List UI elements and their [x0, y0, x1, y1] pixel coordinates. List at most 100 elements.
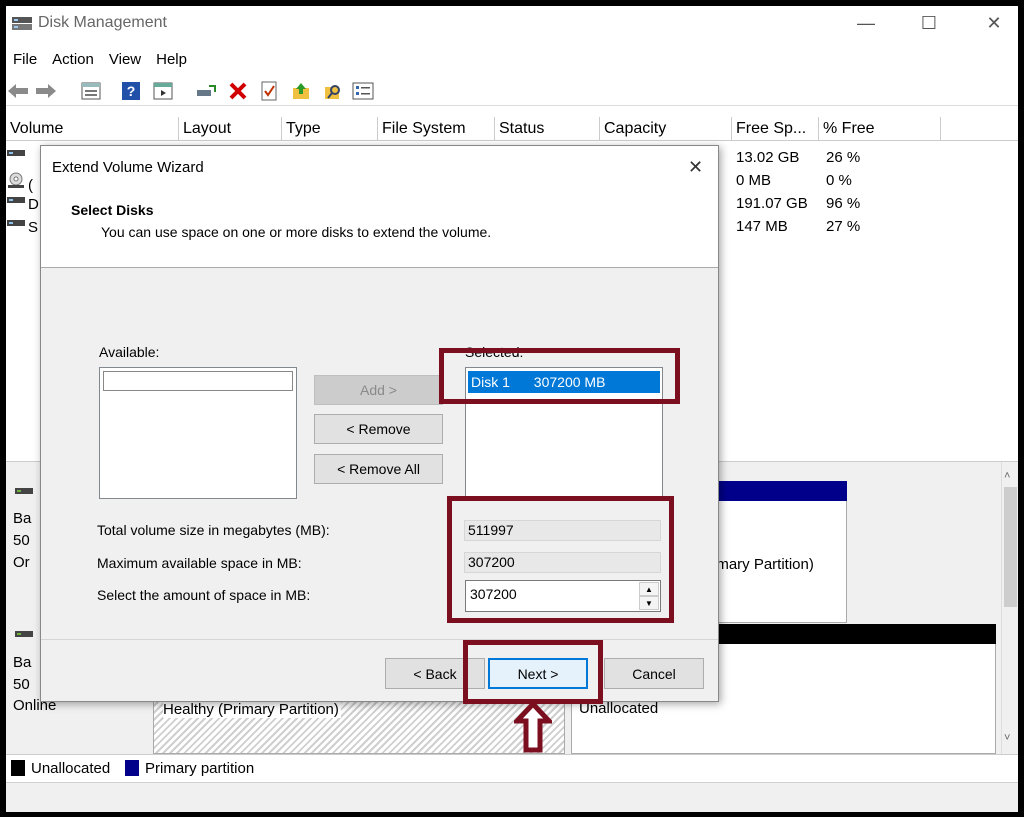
spin-up-icon[interactable]: ▲	[639, 582, 659, 596]
column-status[interactable]: Status	[495, 117, 600, 141]
percent-free-value: 27 %	[826, 218, 861, 235]
legend-primary: Primary partition	[145, 760, 255, 777]
back-button[interactable]: < Back	[385, 658, 485, 689]
space-amount-stepper[interactable]: 307200 ▲ ▼	[465, 580, 661, 612]
disk-management-icon	[12, 17, 32, 30]
add-button[interactable]: Add >	[314, 375, 443, 405]
available-label: Available:	[99, 344, 160, 360]
connect-disk-icon[interactable]	[194, 80, 218, 102]
help-icon[interactable]: ?	[119, 80, 143, 102]
properties-panel-icon[interactable]	[151, 80, 175, 102]
max-space-field: 307200	[464, 552, 661, 573]
space-amount-input[interactable]: 307200	[470, 586, 517, 602]
free-space-value: 13.02 GB	[736, 149, 800, 166]
wizard-header: Extend Volume Wizard ✕ Select Disks You …	[41, 146, 718, 268]
svg-text:?: ?	[127, 83, 136, 99]
volume-row[interactable]	[6, 148, 34, 168]
column-layout[interactable]: Layout	[179, 117, 282, 141]
dialog-divider	[41, 639, 718, 640]
volume-row[interactable]: (	[6, 171, 34, 194]
remove-button[interactable]: < Remove	[314, 414, 443, 444]
partition-status: imary Partition)	[713, 556, 814, 573]
menu-action[interactable]: Action	[45, 48, 102, 72]
disk-icon	[15, 631, 33, 637]
status-bar	[6, 782, 1018, 812]
column-free-space[interactable]: Free Sp...	[732, 117, 819, 141]
disk1-primary-partition[interactable]: Healthy (Primary Partition)	[153, 699, 565, 754]
toolbar: ?	[6, 76, 1018, 106]
column-percent-free[interactable]: % Free	[819, 117, 941, 141]
folder-up-icon[interactable]	[289, 80, 313, 102]
legend: Unallocated Primary partition	[6, 754, 1018, 782]
search-folder-icon[interactable]	[321, 80, 345, 102]
list-view-icon[interactable]	[351, 80, 375, 102]
scrollbar-thumb[interactable]	[1004, 487, 1017, 607]
menu-view[interactable]: View	[102, 48, 149, 72]
max-space-label: Maximum available space in MB:	[97, 555, 302, 571]
close-button[interactable]: ✕	[971, 6, 1017, 40]
total-size-field: 511997	[464, 520, 661, 541]
selected-label: Selected:	[465, 344, 524, 360]
minimize-button[interactable]: —	[843, 6, 889, 40]
console-tree-icon[interactable]	[79, 80, 103, 102]
free-space-value: 0 MB	[736, 172, 772, 189]
menu-file[interactable]: File	[6, 48, 45, 72]
disk1-size: 50	[13, 676, 30, 693]
selected-disk-item[interactable]: Disk 1 307200 MB	[468, 371, 660, 393]
forward-arrow-icon[interactable]	[34, 80, 58, 102]
partition-status: Unallocated	[579, 700, 659, 717]
legend-unallocated: Unallocated	[31, 760, 111, 777]
next-button[interactable]: Next >	[488, 658, 588, 689]
disk0-status: Or	[13, 554, 30, 571]
drive-icon	[7, 220, 25, 226]
volume-row[interactable]: S	[6, 218, 38, 238]
back-arrow-icon[interactable]	[6, 80, 30, 102]
scroll-up-icon[interactable]: ˄	[1004, 470, 1010, 482]
primary-swatch	[125, 760, 139, 776]
menu-bar: File Action View Help	[6, 48, 195, 72]
disk0-size: 50	[13, 532, 30, 549]
window-title: Disk Management	[38, 14, 167, 31]
percent-free-value: 0 %	[826, 172, 852, 189]
percent-free-value: 96 %	[826, 195, 861, 212]
extend-volume-wizard: Extend Volume Wizard ✕ Select Disks You …	[40, 145, 719, 702]
available-disks-list[interactable]	[99, 367, 297, 499]
selected-disks-list[interactable]: Disk 1 307200 MB	[465, 367, 663, 499]
volume-name: (	[28, 177, 33, 194]
vertical-scrollbar[interactable]: ˄ ˅	[1001, 462, 1018, 754]
cancel-button[interactable]: Cancel	[604, 658, 704, 689]
percent-free-value: 26 %	[826, 149, 861, 166]
maximize-button[interactable]: ☐	[906, 6, 952, 40]
column-type[interactable]: Type	[282, 117, 378, 141]
menu-help[interactable]: Help	[149, 48, 195, 72]
volume-row[interactable]: D	[6, 195, 39, 215]
disk1-label: Ba	[13, 654, 32, 671]
total-size-label: Total volume size in megabytes (MB):	[97, 522, 330, 538]
selected-disk-size: 307200 MB	[533, 374, 606, 390]
remove-all-button[interactable]: < Remove All	[314, 454, 443, 484]
scroll-down-icon[interactable]: ˅	[1004, 732, 1010, 744]
primary-partition-bar	[712, 481, 847, 501]
disk0-partition[interactable]: imary Partition)	[712, 501, 847, 623]
dialog-close-button[interactable]: ✕	[688, 157, 703, 178]
drive-icon	[7, 150, 25, 156]
spin-down-icon[interactable]: ▼	[639, 596, 659, 610]
title-bar: Disk Management — ☐ ✕	[6, 6, 1018, 40]
disk-management-window: Disk Management — ☐ ✕ File Action View H…	[6, 6, 1018, 812]
cd-drive-icon	[8, 172, 24, 188]
unallocated-swatch	[11, 760, 25, 776]
check-document-icon[interactable]	[257, 80, 281, 102]
partition-status: Healthy (Primary Partition)	[163, 701, 341, 718]
free-space-value: 147 MB	[736, 218, 788, 235]
wizard-heading: Select Disks	[71, 202, 154, 218]
disk0-label: Ba	[13, 510, 32, 527]
free-space-value: 191.07 GB	[736, 195, 808, 212]
available-list-item[interactable]	[103, 371, 293, 391]
dialog-title: Extend Volume Wizard	[52, 159, 204, 176]
wizard-description: You can use space on one or more disks t…	[101, 224, 492, 240]
up-arrow-icon	[514, 701, 552, 753]
column-file-system[interactable]: File System	[378, 117, 495, 141]
column-volume[interactable]: Volume	[6, 117, 179, 141]
delete-icon[interactable]	[226, 80, 250, 102]
column-capacity[interactable]: Capacity	[600, 117, 732, 141]
